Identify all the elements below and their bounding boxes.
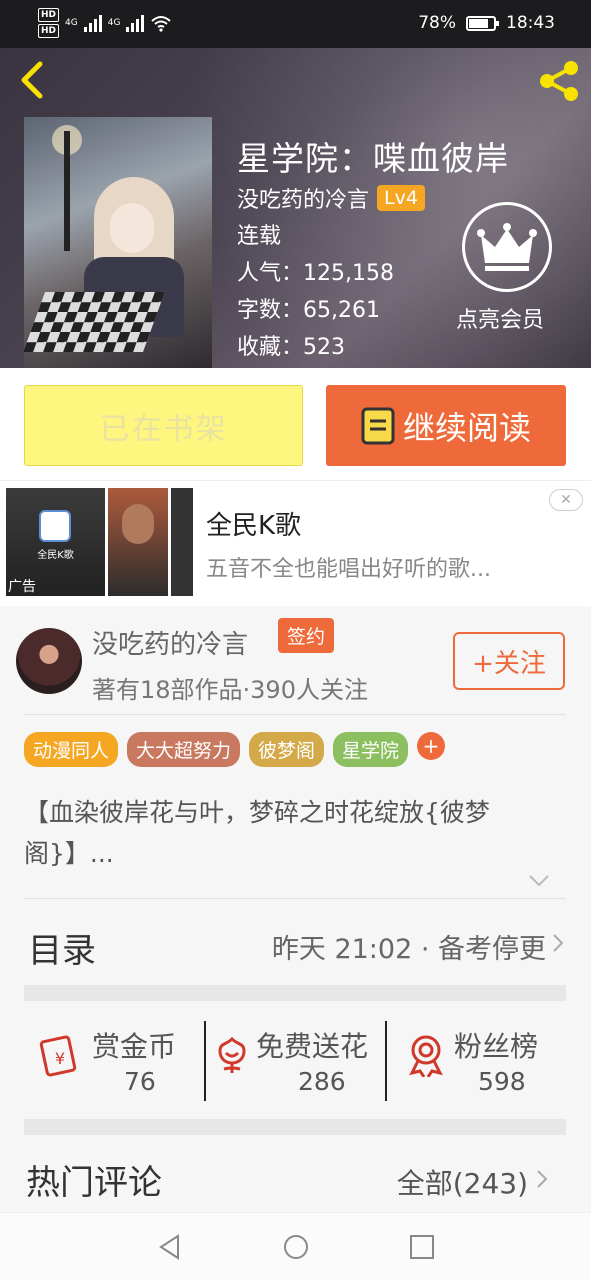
book-word-count: 字数：65,261	[237, 298, 380, 323]
app-logo-icon	[39, 510, 71, 542]
section-divider	[24, 1119, 566, 1135]
author-section: 没吃药的冷言 签约 著有18部作品·390人关注 +关注 动漫同人 大大超努力 …	[0, 606, 591, 898]
nav-home-icon[interactable]	[282, 1233, 310, 1261]
author-name[interactable]: 没吃药的冷言	[237, 182, 369, 214]
share-icon[interactable]	[535, 58, 583, 104]
toc-latest-update: 昨天 21:02 · 备考停更	[271, 934, 546, 965]
all-comments-link[interactable]: 全部(243)	[397, 1162, 528, 1202]
avatar[interactable]	[16, 628, 82, 694]
chevron-right-icon[interactable]	[536, 1169, 548, 1189]
continue-reading-button[interactable]: 继续阅读	[326, 385, 566, 466]
ad-close-button[interactable]: ✕	[549, 489, 583, 511]
free-flower-button[interactable]: 免费送花 286	[208, 1019, 384, 1101]
stat-label: 粉丝榜	[454, 1030, 539, 1063]
synopsis[interactable]: 【血染彼岸花与叶，梦碎之时花绽放{彼梦阁}】...	[24, 792, 564, 874]
ad-banner[interactable]: 全民K歌 广告 全民K歌 五音不全也能唱出好听的歌... ✕	[0, 480, 591, 606]
author-stats: 著有18部作品·390人关注	[92, 676, 368, 704]
ad-description: 五音不全也能唱出好听的歌...	[206, 557, 491, 582]
action-bar: 已在书架 继续阅读	[0, 368, 591, 480]
tag-list: 动漫同人 大大超努力 彼梦阁 星学院 +	[24, 732, 446, 767]
toc-label: 目录	[28, 931, 96, 971]
flower-icon	[218, 1036, 246, 1073]
book-favorites: 收藏：523	[237, 335, 345, 360]
signal-icon	[126, 14, 145, 32]
section-divider	[24, 985, 566, 1001]
status-left: HD HD 4G 4G	[38, 8, 172, 38]
signed-badge: 签约	[278, 618, 335, 653]
author-line: 没吃药的冷言 Lv4	[237, 182, 425, 214]
vip-label[interactable]: 点亮会员	[456, 302, 544, 334]
follow-button[interactable]: +关注	[453, 632, 565, 690]
tag[interactable]: 动漫同人	[24, 732, 119, 767]
ad-image	[108, 488, 168, 596]
system-nav-bar	[0, 1212, 591, 1280]
add-tag-icon[interactable]: +	[417, 732, 446, 760]
signal-icon	[83, 14, 102, 32]
wifi-icon	[151, 16, 172, 32]
divider	[385, 1021, 387, 1101]
fan-ranking-button[interactable]: 粉丝榜 598	[402, 1019, 562, 1101]
chevron-right-icon	[553, 934, 564, 952]
author-name[interactable]: 没吃药的冷言	[92, 624, 248, 661]
battery-icon	[466, 15, 499, 31]
ad-title: 全民K歌	[206, 511, 302, 541]
stats-row: ¥ 赏金币 76 免费送花 286 粉丝榜 598	[24, 1001, 566, 1119]
tag[interactable]: 彼梦阁	[249, 732, 325, 767]
cover-art	[24, 292, 165, 352]
book-icon	[361, 407, 395, 444]
network-label: 4G	[107, 18, 121, 28]
divider	[204, 1021, 206, 1101]
coin-envelope-icon: ¥	[39, 1035, 77, 1077]
stat-label: 赏金币	[92, 1030, 177, 1063]
cover-art	[110, 203, 154, 253]
battery-fill	[469, 18, 488, 28]
book-status: 连载	[237, 224, 282, 249]
hot-comments-title: 热门评论	[26, 1163, 162, 1203]
ad-image-text: 全民K歌	[37, 550, 74, 561]
stat-label: 免费送花	[256, 1030, 369, 1063]
book-popularity: 人气：125,158	[237, 261, 394, 286]
medal-icon	[409, 1035, 443, 1077]
back-icon[interactable]	[14, 58, 54, 102]
vip-button[interactable]	[462, 202, 552, 292]
status-right: 78% 18:43	[418, 13, 555, 33]
crown-icon	[477, 223, 537, 271]
ad-tag: 广告	[8, 579, 36, 595]
level-badge: Lv4	[377, 185, 425, 211]
hd-icon: HD	[38, 24, 60, 38]
hot-comments-header: 热门评论 全部(243)	[24, 1135, 566, 1211]
book-header: 星学院：喋血彼岸 没吃药的冷言 Lv4 连载 人气：125,158 字数：65,…	[0, 48, 591, 368]
continue-reading-label: 继续阅读	[402, 408, 531, 447]
clock: 18:43	[506, 13, 555, 33]
stat-value: 76	[124, 1067, 156, 1096]
stat-value: 286	[298, 1067, 346, 1096]
nav-recents-icon[interactable]	[408, 1233, 436, 1261]
divider	[24, 714, 566, 715]
status-bar: HD HD 4G 4G 78% 18:43	[0, 0, 591, 48]
tag[interactable]: 星学院	[333, 732, 409, 767]
cover-art	[64, 131, 70, 251]
hd-badges: HD HD	[38, 8, 60, 38]
book-title: 星学院：喋血彼岸	[237, 139, 509, 178]
ad-image	[171, 488, 193, 596]
chevron-down-icon[interactable]	[528, 874, 550, 888]
battery-percent: 78%	[418, 13, 456, 33]
book-cover[interactable]	[24, 117, 212, 368]
svg-text:¥: ¥	[55, 1049, 65, 1068]
network-label: 4G	[65, 18, 78, 28]
toc-row[interactable]: 目录 昨天 21:02 · 备考停更	[24, 898, 566, 984]
in-shelf-button[interactable]: 已在书架	[24, 385, 303, 466]
tag[interactable]: 大大超努力	[127, 732, 241, 767]
reward-coins-button[interactable]: ¥ 赏金币 76	[38, 1019, 198, 1101]
hd-icon: HD	[38, 8, 60, 22]
stat-value: 598	[478, 1067, 526, 1096]
nav-back-icon[interactable]	[156, 1233, 184, 1261]
ad-image-face	[122, 504, 154, 544]
